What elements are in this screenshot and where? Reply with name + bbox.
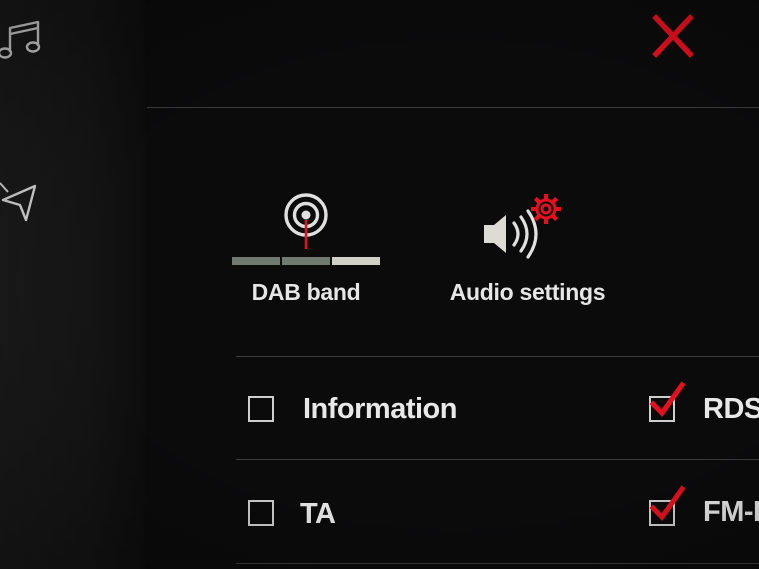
information-label: Information	[303, 393, 458, 425]
close-icon[interactable]	[647, 12, 699, 60]
rds-option[interactable]: RDS	[640, 380, 759, 442]
fm-dab-checkbox[interactable]	[649, 485, 686, 526]
ta-label: TA	[300, 498, 336, 530]
tiles-divider	[236, 356, 759, 357]
audio-settings-label: Audio settings	[449, 279, 606, 305]
header-divider	[147, 107, 759, 108]
ta-option[interactable]: TA	[236, 484, 626, 546]
information-checkbox[interactable]	[248, 396, 274, 422]
music-note-icon[interactable]	[0, 18, 44, 66]
fm-dab-option[interactable]: FM-D	[640, 484, 759, 546]
dab-band-button[interactable]: DAB band	[222, 185, 390, 315]
dab-band-level-bar	[232, 257, 380, 265]
rds-checkbox[interactable]	[649, 381, 686, 422]
bottom-divider	[236, 563, 759, 564]
fm-dab-label: FM-D	[703, 496, 759, 528]
navigation-arrow-icon[interactable]	[0, 180, 40, 226]
information-option[interactable]: Information	[236, 380, 626, 442]
dab-band-label: DAB band	[251, 279, 361, 305]
row-divider	[236, 459, 759, 460]
audio-settings-button[interactable]: Audio settings	[440, 185, 615, 315]
ta-checkbox[interactable]	[248, 500, 274, 526]
checkmark-icon	[649, 381, 686, 417]
screen-bezel	[0, 0, 145, 569]
speaker-settings-icon	[484, 194, 561, 259]
rds-label: RDS	[703, 393, 759, 425]
radio-antenna-icon	[284, 193, 328, 249]
checkmark-icon	[649, 485, 686, 521]
